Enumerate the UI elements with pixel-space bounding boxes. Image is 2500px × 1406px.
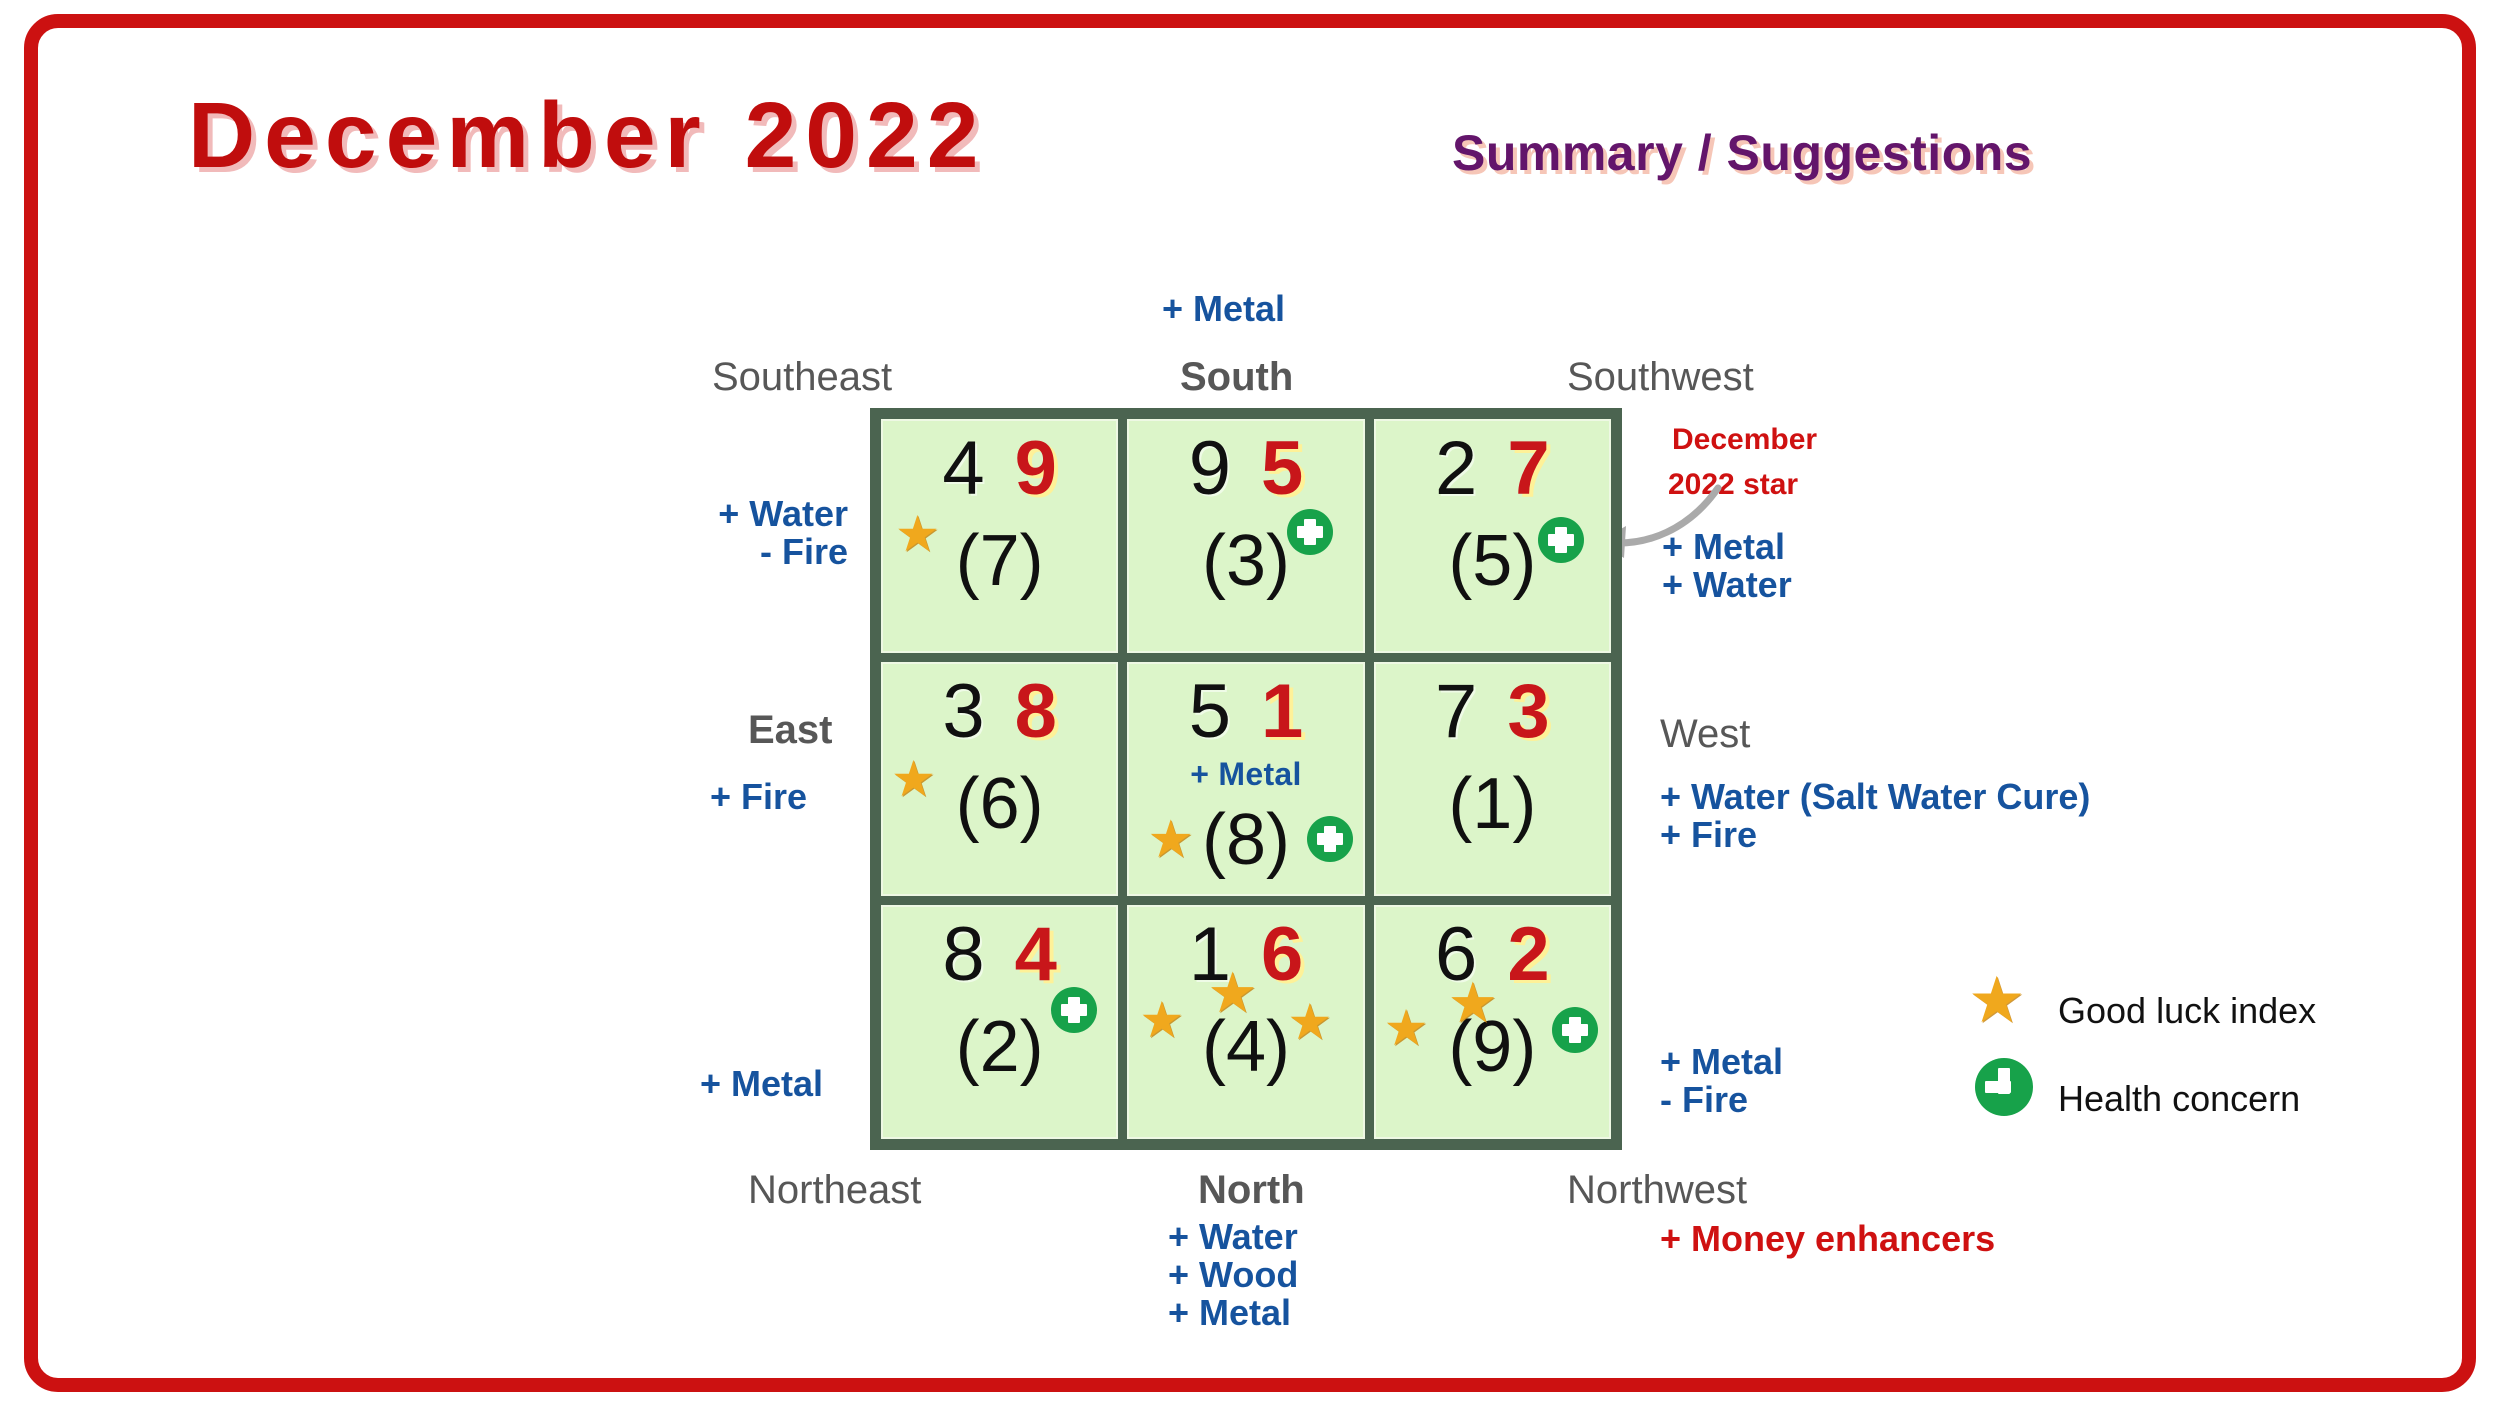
monthly-star-number: 7 bbox=[1507, 426, 1550, 511]
legend-health-label: Health concern bbox=[2058, 1078, 2301, 1119]
health-cross-icon bbox=[1287, 509, 1334, 555]
grid-cell-northwest: 6 2 (9) ★ ★ bbox=[1373, 905, 1611, 1139]
cell-suggestion-note: + Metal bbox=[1190, 756, 1302, 792]
star-number-row: 38 bbox=[883, 674, 1116, 750]
mountain-star-number: 4 bbox=[942, 426, 985, 511]
health-cross-icon bbox=[1307, 816, 1354, 862]
direction-label-southeast: Southeast bbox=[712, 355, 893, 399]
money-enhancers-note: + Money enhancers bbox=[1660, 1218, 1996, 1259]
grid-cell-center: 5 1 + Metal (8) ★ bbox=[1127, 662, 1365, 896]
direction-label-south: South bbox=[1180, 355, 1294, 399]
star-number-row: 27 bbox=[1376, 431, 1609, 507]
grid-cell-south: 9 5 (3) bbox=[1127, 419, 1365, 653]
health-cross-icon bbox=[1551, 1007, 1598, 1053]
monthly-star-number: 2 bbox=[1507, 912, 1550, 997]
base-star-number: (6) bbox=[955, 764, 1044, 844]
monthly-star-number: 9 bbox=[1014, 426, 1057, 511]
mountain-star-number: 7 bbox=[1435, 669, 1478, 754]
direction-label-east: East bbox=[748, 708, 833, 752]
flying-star-chart-page: December 2022 Summary / Suggestions Sout… bbox=[0, 0, 2500, 1406]
suggestion-south: + Metal bbox=[1162, 288, 1286, 329]
mountain-star-number: 3 bbox=[942, 669, 985, 754]
monthly-star-number: 6 bbox=[1260, 912, 1304, 997]
star-callout-line1: December bbox=[1672, 423, 1818, 456]
star-number-row: 49 bbox=[883, 431, 1116, 507]
base-star-number: (1) bbox=[1448, 764, 1537, 844]
direction-label-north: North bbox=[1198, 1168, 1305, 1212]
mountain-star-number: 6 bbox=[1435, 912, 1478, 997]
star-number-row: 62 bbox=[1376, 917, 1609, 993]
star-number-row: 73 bbox=[1376, 674, 1609, 750]
suggestion-north: + Water + Wood + Metal bbox=[1168, 1216, 1299, 1333]
star-number-row: 95 bbox=[1129, 431, 1362, 507]
health-cross-icon bbox=[1051, 987, 1097, 1033]
monthly-star-number: 8 bbox=[1014, 669, 1057, 754]
grid-cell-northeast: 8 4 (2) bbox=[881, 905, 1119, 1139]
base-star-number: (7) bbox=[955, 521, 1044, 601]
suggestion-northwest: + Metal - Fire bbox=[1660, 1041, 1784, 1120]
monthly-star-number: 3 bbox=[1507, 669, 1550, 754]
direction-label-northeast: Northeast bbox=[748, 1168, 922, 1212]
direction-label-west: West bbox=[1660, 712, 1751, 756]
monthly-star-number: 5 bbox=[1260, 426, 1304, 511]
monthly-star-number: 1 bbox=[1260, 669, 1304, 754]
health-cross-icon bbox=[1975, 1058, 2033, 1116]
monthly-star-number: 4 bbox=[1014, 912, 1057, 997]
mountain-star-number: 1 bbox=[1188, 912, 1231, 997]
grid-cell-southwest: 2 7 (5) bbox=[1373, 419, 1611, 653]
grid-cell-west: 7 3 (1) bbox=[1373, 662, 1611, 896]
star-number-row: 51 bbox=[1129, 674, 1362, 750]
grid-cell-southeast: 4 9 (7) ★ bbox=[881, 419, 1119, 653]
suggestion-northeast: + Metal bbox=[700, 1063, 824, 1104]
grid-cell-east: 3 8 (6) ★ bbox=[881, 662, 1119, 896]
suggestion-west: + Water (Salt Water Cure) + Fire bbox=[1660, 776, 2091, 855]
page-title: December 2022 bbox=[188, 83, 988, 187]
flying-star-grid: 4 9 (7) ★ 9 5 (3) 2 7 (5) 3 8 (6) ★ 5 1 + Metal (8) ★ 7 3 (1)… bbox=[870, 408, 1622, 1150]
star-number-row: 16 bbox=[1129, 917, 1362, 993]
grid-cell-north: 1 6 (4) ★ ★ ★ bbox=[1127, 905, 1365, 1139]
direction-label-northwest: Northwest bbox=[1567, 1168, 1748, 1212]
mountain-star-number: 2 bbox=[1435, 426, 1478, 511]
base-star-number: (4) bbox=[1201, 1007, 1290, 1087]
direction-label-southwest: Southwest bbox=[1567, 355, 1754, 399]
suggestion-southeast: + Water - Fire bbox=[718, 493, 848, 572]
mountain-star-number: 5 bbox=[1188, 669, 1231, 754]
mountain-star-number: 8 bbox=[942, 912, 985, 997]
suggestion-southwest: + Metal + Water bbox=[1662, 526, 1792, 605]
health-cross-icon bbox=[1537, 517, 1584, 563]
suggestion-east: + Fire bbox=[710, 776, 808, 817]
legend-good-luck-label: Good luck index bbox=[2058, 990, 2317, 1031]
mountain-star-number: 9 bbox=[1188, 426, 1231, 511]
subtitle: Summary / Suggestions bbox=[1452, 125, 2033, 181]
star-number-row: 84 bbox=[883, 917, 1116, 993]
